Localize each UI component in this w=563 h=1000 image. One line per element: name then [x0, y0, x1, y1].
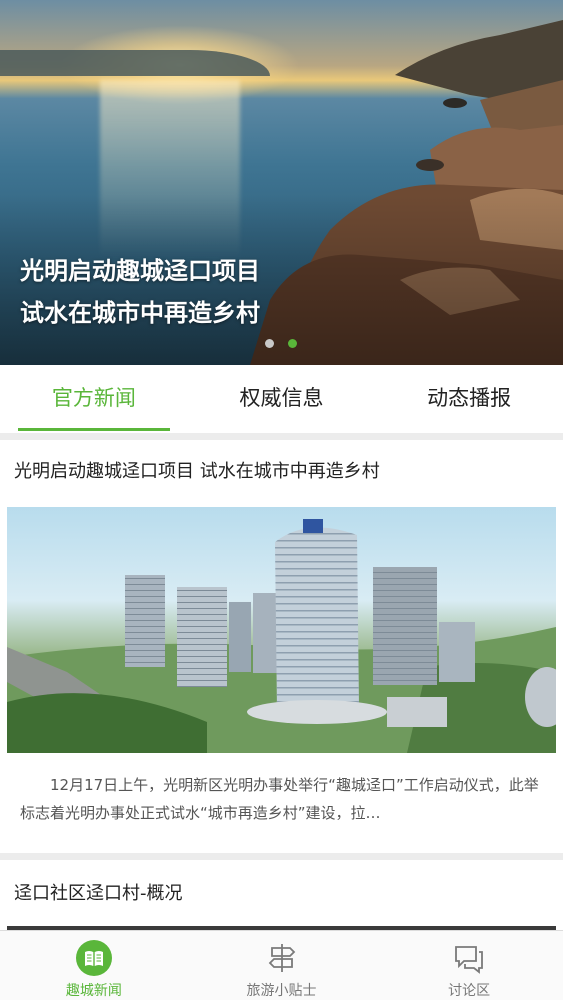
signpost-icon: [263, 939, 301, 977]
nav-item-forum[interactable]: 讨论区: [375, 931, 563, 1000]
carousel-indicator[interactable]: [265, 339, 297, 348]
carousel-dot-1[interactable]: [265, 339, 274, 348]
nav-item-label: 趣城新闻: [65, 983, 122, 999]
nav-item-travel-tips[interactable]: 旅游小贴士: [188, 931, 376, 1000]
nav-item-news[interactable]: 趣城新闻: [0, 931, 188, 1000]
book-icon: [75, 939, 113, 977]
news-card-summary: 12月17日上午，光明新区光明办事处举行“趣城迳口”工作启动仪式，此举标志着光明…: [20, 776, 539, 822]
banner-carousel[interactable]: 光明启动趣城迳口项目 试水在城市中再造乡村: [0, 0, 563, 365]
tab-live-updates[interactable]: 动态播报: [375, 365, 563, 433]
nav-item-label: 旅游小贴士: [246, 983, 317, 999]
news-card[interactable]: 迳口社区迳口村-概况: [0, 860, 563, 930]
bottom-navigation: 趣城新闻 旅游小贴士 讨论区: [0, 930, 563, 1000]
divider: [0, 853, 563, 860]
divider: [0, 433, 563, 440]
tab-authority-info[interactable]: 权威信息: [188, 365, 376, 433]
nav-item-label: 讨论区: [448, 983, 491, 999]
banner-caption-line1: 光明启动趣城迳口项目: [20, 257, 260, 285]
banner-caption-line2: 试水在城市中再造乡村: [20, 299, 260, 327]
chat-icon: [450, 939, 488, 977]
news-card-title[interactable]: 迳口社区迳口村-概况: [14, 882, 183, 906]
carousel-dot-2[interactable]: [288, 339, 297, 348]
tab-official-news[interactable]: 官方新闻: [0, 365, 188, 433]
news-tab-bar: 官方新闻 权威信息 动态播报: [0, 365, 563, 433]
news-card-image[interactable]: [7, 507, 556, 753]
banner-caption[interactable]: 光明启动趣城迳口项目 试水在城市中再造乡村: [20, 250, 350, 334]
news-card[interactable]: 光明启动趣城迳口项目 试水在城市中再造乡村 12月17日上午，光明新区光明办事处…: [0, 440, 563, 853]
city-skyline-illustration: [7, 519, 556, 753]
news-card-title[interactable]: 光明启动趣城迳口项目 试水在城市中再造乡村: [14, 460, 380, 484]
